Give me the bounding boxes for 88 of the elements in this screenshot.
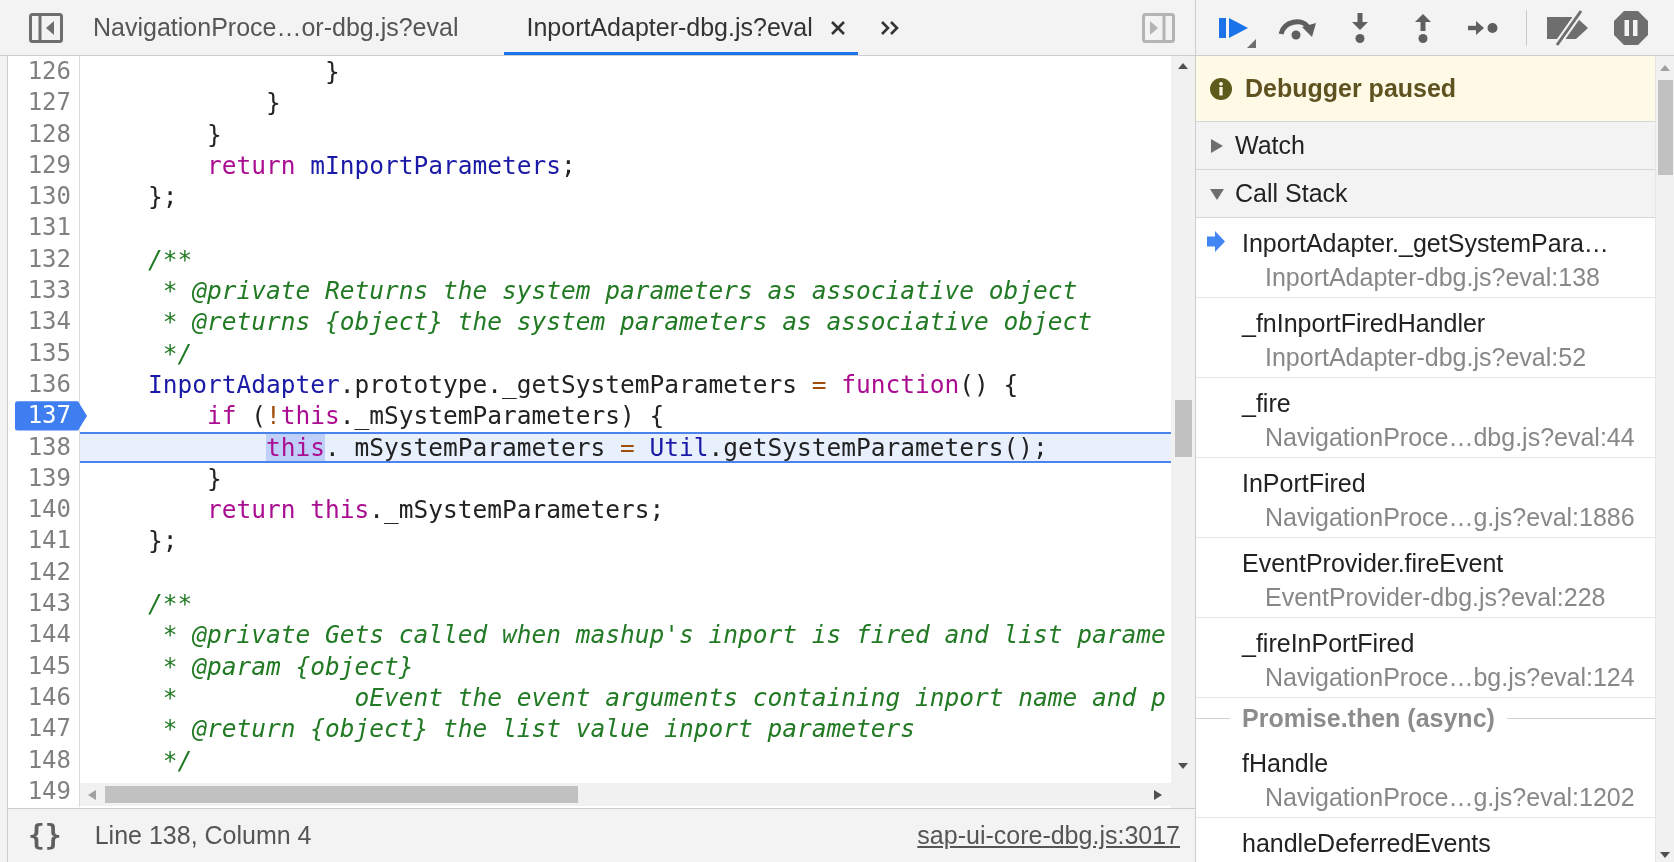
scrollbar-thumb[interactable] <box>1174 400 1192 457</box>
code-line: * @return {object} the list value inport parameters <box>161 714 916 744</box>
deactivate-breakpoints-icon[interactable] <box>1547 8 1589 47</box>
line-number: 149 <box>27 775 71 807</box>
pretty-print-button[interactable]: {} <box>28 821 62 850</box>
code-line: InportAdapter.prototype._getSystemParameters = function() { <box>147 369 1019 399</box>
code-line: */ <box>161 338 193 368</box>
line-number: 129 <box>27 149 71 181</box>
code-line: * @returns {object} the system parameters as associative object <box>161 307 1093 337</box>
code-line: } <box>206 119 222 149</box>
chevrons-right-icon[interactable] <box>879 19 900 36</box>
scroll-right-arrow-icon[interactable] <box>1154 789 1162 800</box>
step-out-icon[interactable] <box>1413 12 1433 43</box>
code-line: } <box>206 463 222 493</box>
info-icon <box>1210 77 1232 100</box>
line-number: 127 <box>27 87 71 119</box>
code-line: }; <box>147 526 178 556</box>
function-name: handleDeferredEvents <box>1242 828 1491 859</box>
function-name: _fireInPortFired <box>1242 628 1415 659</box>
line-number: 139 <box>27 462 71 494</box>
frame-location: NavigationProce…g.js?eval:1202 <box>1265 782 1635 813</box>
scroll-down-arrow-icon[interactable] <box>1660 852 1670 858</box>
line-number: 136 <box>27 368 71 400</box>
source-link[interactable]: sap-ui-core-dbg.js:3017 <box>917 821 1180 850</box>
line-number: 135 <box>27 337 71 369</box>
breakpoint-marker[interactable]: 137 <box>15 401 87 431</box>
line-number: 140 <box>27 494 71 526</box>
pause-on-exceptions-icon[interactable] <box>1614 10 1648 45</box>
section-header[interactable]: Call Stack <box>1196 170 1655 218</box>
function-name: InPortFired <box>1242 468 1366 499</box>
code-line: return mInportParameters; <box>206 150 576 180</box>
code-line: */ <box>161 745 193 775</box>
line-number: 142 <box>27 556 71 588</box>
step-into-icon[interactable] <box>1350 12 1370 43</box>
scrollbar-thumb[interactable] <box>1657 80 1673 175</box>
line-number: 134 <box>27 306 71 338</box>
banner-text: Debugger paused <box>1245 74 1457 103</box>
code-line: /** <box>147 244 193 274</box>
frame-location: NavigationProce…bg.js?eval:124 <box>1265 662 1635 693</box>
line-number: 147 <box>27 713 71 745</box>
line-number: 148 <box>27 744 71 776</box>
line-number: 138 <box>27 431 71 463</box>
code-line: return this._mSystemParameters; <box>206 495 665 525</box>
close-icon[interactable] <box>829 19 846 36</box>
scroll-down-arrow-icon[interactable] <box>1178 763 1188 769</box>
line-number: 131 <box>27 212 71 244</box>
cursor-position: Line 138, Column 4 <box>94 821 312 850</box>
panel-left-icon[interactable] <box>29 12 63 43</box>
editor-tab[interactable]: NavigationProce…or-dbg.js?eval <box>71 0 481 55</box>
line-number: 128 <box>27 118 71 150</box>
scrollbar-thumb[interactable] <box>105 786 578 803</box>
function-name: InportAdapter._getSystemPara… <box>1242 228 1609 259</box>
line-number: 141 <box>27 525 71 557</box>
function-name: EventProvider.fireEvent <box>1242 548 1504 579</box>
function-name: _fnInportFiredHandler <box>1242 308 1486 339</box>
code-line: } <box>324 57 340 86</box>
code-line: * @param {object} <box>161 651 414 681</box>
frame-location: InportAdapter-dbg.js?eval:138 <box>1265 262 1600 293</box>
editor-tab[interactable]: InportAdapter-dbg.js?eval <box>504 0 858 55</box>
section-title: Watch <box>1235 131 1305 160</box>
frame-location: NavigationProce…dbg.js?eval:44 <box>1265 422 1635 453</box>
code-line: /** <box>147 589 193 619</box>
code-line: if (!this._mSystemParameters) { <box>206 401 665 431</box>
section-title: Call Stack <box>1235 179 1348 208</box>
code-line: this._mSystemParameters = Util.getSystemParameters(); <box>265 433 1048 461</box>
code-line: * @private Returns the system parameters as associative object <box>161 276 1078 306</box>
scroll-up-arrow-icon[interactable] <box>1178 63 1188 69</box>
frame-location: InportAdapter-dbg.js?eval:52 <box>1265 342 1587 373</box>
line-number: 145 <box>27 650 71 682</box>
line-number: 126 <box>27 56 71 87</box>
resume-icon[interactable] <box>1218 16 1258 49</box>
step-icon[interactable] <box>1468 20 1498 35</box>
line-number: 144 <box>27 619 71 651</box>
line-number: 130 <box>27 181 71 213</box>
function-name: fHandle <box>1242 748 1329 779</box>
line-number: 133 <box>27 275 71 307</box>
code-line: * oEvent the event arguments containing inport name and p <box>161 682 1166 712</box>
line-number: 132 <box>27 243 71 275</box>
code-line: } <box>265 88 281 118</box>
async-label: Promise.then (async) <box>1242 703 1495 733</box>
section-header[interactable]: Watch <box>1196 122 1655 170</box>
frame-location: NavigationProce…g.js?eval:1886 <box>1265 502 1635 533</box>
line-number: 143 <box>27 588 71 620</box>
frame-location: EventProvider-dbg.js?eval:228 <box>1265 582 1606 613</box>
code-line: * @private Gets called when mashup's inport is fired and list parame <box>161 620 1166 650</box>
function-name: _fire <box>1242 388 1291 419</box>
line-number: 146 <box>27 681 71 713</box>
code-line: }; <box>147 182 178 212</box>
